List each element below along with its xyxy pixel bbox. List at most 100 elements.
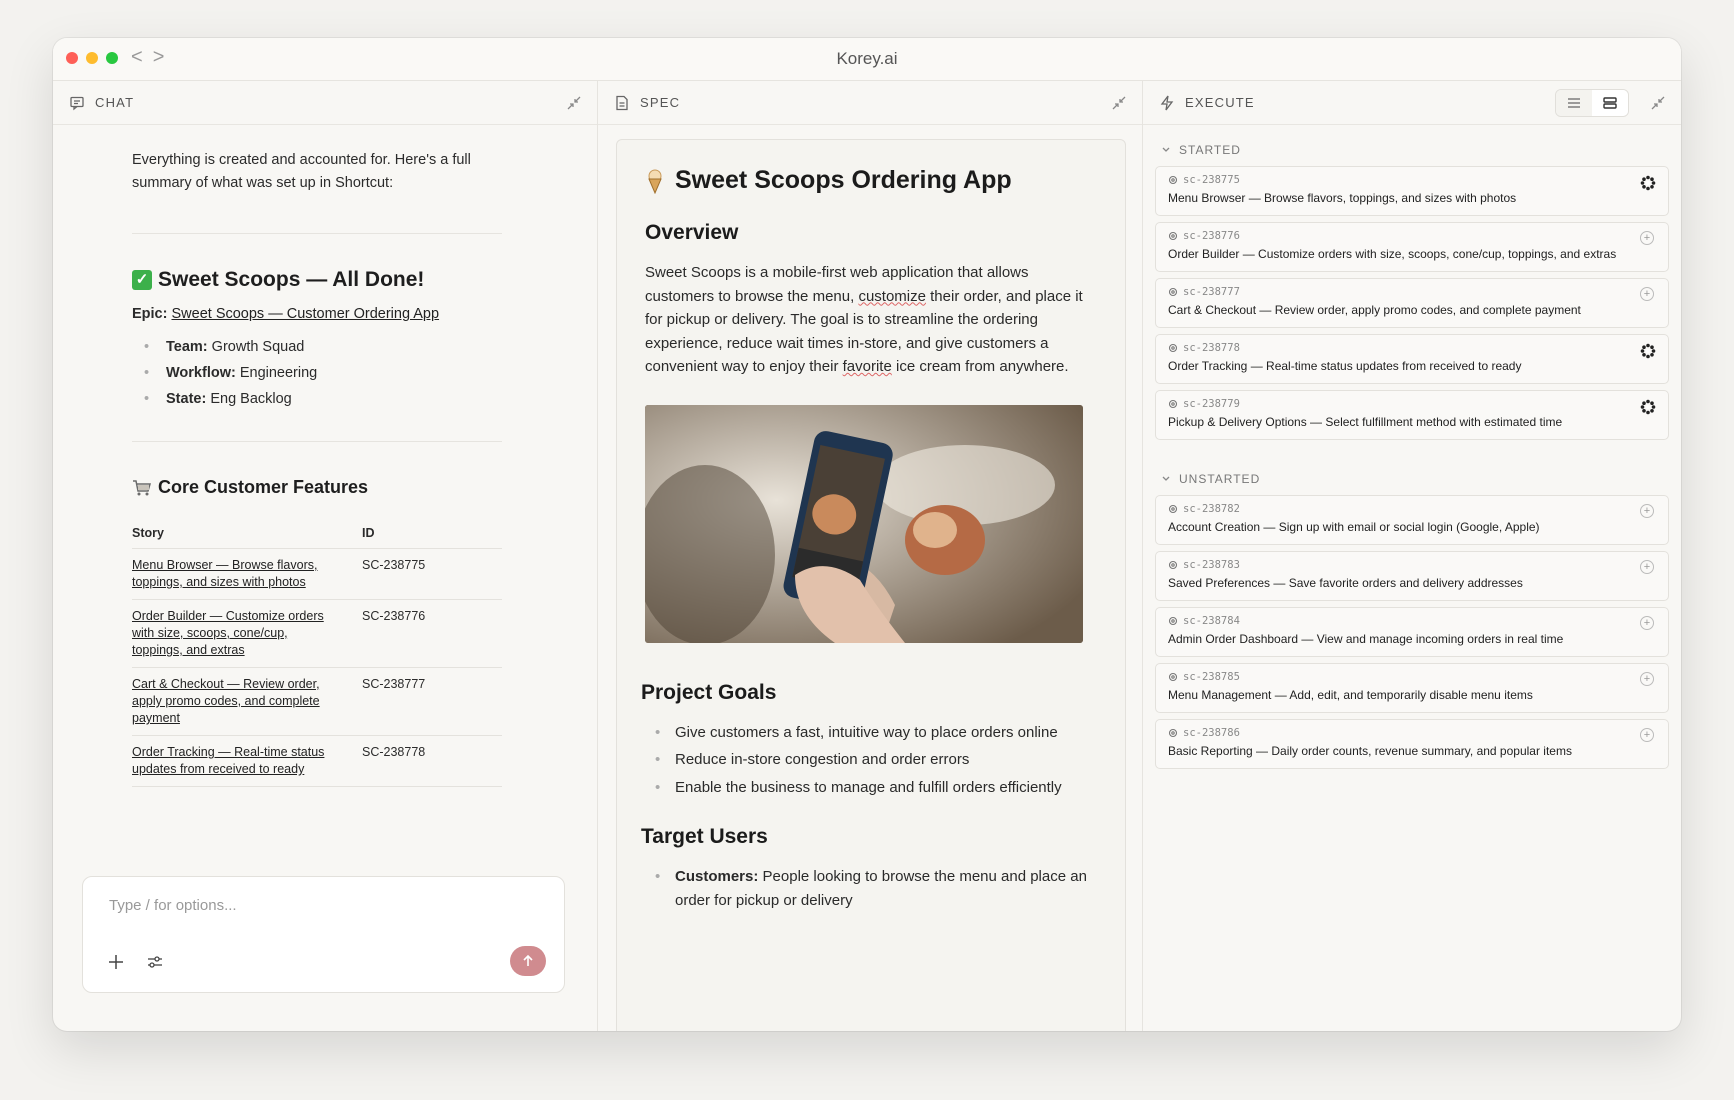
plus-circle-icon: + (1640, 672, 1654, 686)
task-card[interactable]: sc-238777 Cart & Checkout — Review order,… (1155, 278, 1669, 328)
meta-workflow-value: Engineering (239, 365, 318, 381)
add-task-button[interactable]: + (1640, 616, 1656, 632)
list-view-button[interactable] (1556, 89, 1592, 116)
task-card[interactable]: sc-238783 Saved Preferences — Save favori… (1155, 551, 1669, 601)
story-link[interactable]: Order Tracking — Real-time status update… (132, 745, 324, 776)
card-view-button[interactable] (1592, 89, 1628, 116)
arrow-up-icon (523, 954, 533, 966)
epic-link[interactable]: Sweet Scoops — Customer Ordering App (171, 306, 439, 322)
task-card[interactable]: sc-238778 Order Tracking — Real-time stat… (1155, 334, 1669, 384)
started-group-toggle[interactable]: STARTED (1161, 143, 1669, 157)
story-id: SC-238776 (332, 599, 502, 668)
spinner-icon[interactable] (1640, 175, 1656, 191)
app-title: Korey.ai (836, 49, 898, 68)
features-heading: Core Customer Features (132, 476, 502, 499)
table-header-row: Story ID (132, 525, 502, 549)
story-link[interactable]: Cart & Checkout — Review order, apply pr… (132, 677, 320, 725)
meta-team: Team: Growth Squad (132, 336, 502, 359)
execute-panel: EXECUTE STARTED sc-238775 Menu Browser — … (1143, 81, 1681, 1031)
task-title: Cart & Checkout — Review order, apply pr… (1168, 303, 1581, 317)
gear-icon (1168, 399, 1178, 409)
task-card[interactable]: sc-238786 Basic Reporting — Daily order c… (1155, 719, 1669, 769)
task-id-text: sc-238777 (1183, 286, 1240, 298)
spellcheck-word[interactable]: favorite (843, 358, 892, 375)
table-row: Menu Browser — Browse flavors, toppings,… (132, 548, 502, 600)
chat-bubble-icon (70, 96, 84, 110)
spec-document: Sweet Scoops Ordering App Overview Sweet… (616, 139, 1126, 1031)
sliders-icon[interactable] (147, 954, 163, 970)
task-title: Basic Reporting — Daily order counts, re… (1168, 744, 1572, 758)
overview-heading: Overview (645, 221, 739, 244)
table-row: Order Tracking — Real-time status update… (132, 735, 502, 787)
story-id: SC-238775 (332, 548, 502, 600)
meta-state-value: Eng Backlog (210, 391, 292, 407)
lightning-icon (1160, 95, 1174, 110)
target-users-heading: Target Users (641, 825, 768, 848)
task-card[interactable]: sc-238784 Admin Order Dashboard — View an… (1155, 607, 1669, 657)
task-id-text: sc-238778 (1183, 342, 1240, 354)
gear-icon (1168, 560, 1178, 570)
collapse-chat-icon[interactable] (567, 96, 581, 110)
task-id-text: sc-238779 (1183, 398, 1240, 410)
started-task-list: sc-238775 Menu Browser — Browse flavors, … (1155, 166, 1669, 440)
plus-circle-icon: + (1640, 616, 1654, 630)
task-title: Pickup & Delivery Options — Select fulfi… (1168, 415, 1563, 429)
chat-composer (82, 876, 565, 993)
task-title: Saved Preferences — Save favorite orders… (1168, 576, 1523, 590)
spec-title: Sweet Scoops Ordering App (645, 166, 1097, 195)
add-task-button[interactable]: + (1640, 287, 1656, 303)
collapse-spec-icon[interactable] (1112, 96, 1126, 110)
task-id-text: sc-238785 (1183, 671, 1240, 683)
collapse-execute-icon[interactable] (1651, 96, 1665, 110)
done-heading: ✓ Sweet Scoops — All Done! (132, 268, 502, 291)
spellcheck-word[interactable]: customize (858, 288, 926, 305)
unstarted-group-toggle[interactable]: UNSTARTED (1161, 472, 1669, 486)
add-task-button[interactable]: + (1640, 504, 1656, 520)
task-card[interactable]: sc-238776 Order Builder — Customize order… (1155, 222, 1669, 272)
unstarted-group-label: UNSTARTED (1179, 472, 1261, 486)
chat-input[interactable] (109, 897, 529, 914)
gear-icon (1168, 616, 1178, 626)
story-link[interactable]: Order Builder — Customize orders with si… (132, 609, 324, 657)
task-card[interactable]: sc-238775 Menu Browser — Browse flavors, … (1155, 166, 1669, 216)
chat-messages: Everything is created and accounted for.… (53, 125, 597, 787)
task-id-text: sc-238782 (1183, 503, 1240, 515)
task-id-text: sc-238775 (1183, 174, 1240, 186)
overview-text: ice cream from anywhere. (891, 358, 1069, 375)
spinner-icon[interactable] (1640, 399, 1656, 415)
add-task-button[interactable]: + (1640, 672, 1656, 688)
cards-icon (1603, 96, 1617, 109)
gear-icon (1168, 343, 1178, 353)
chat-divider (132, 233, 502, 234)
close-window-button[interactable] (66, 52, 78, 64)
add-task-button[interactable]: + (1640, 728, 1656, 744)
forward-arrow-icon[interactable]: > (153, 46, 165, 69)
task-card[interactable]: sc-238779 Pickup & Delivery Options — Sel… (1155, 390, 1669, 440)
gear-icon (1168, 504, 1178, 514)
phone-photo-image (645, 404, 1083, 643)
chat-divider (132, 441, 502, 442)
gear-icon (1168, 287, 1178, 297)
spinner-icon[interactable] (1640, 343, 1656, 359)
story-link[interactable]: Menu Browser — Browse flavors, toppings,… (132, 558, 317, 589)
minimize-window-button[interactable] (86, 52, 98, 64)
story-table: Story ID Menu Browser — Browse flavors, … (132, 525, 502, 787)
send-button[interactable] (510, 946, 546, 976)
user-item: Customers: People looking to browse the … (645, 865, 1097, 912)
chat-panel: CHAT Everything is created and accounted… (53, 81, 598, 1031)
task-id: sc-238776 (1168, 230, 1656, 242)
meta-workflow-label: Workflow: (166, 365, 236, 381)
task-card[interactable]: sc-238782 Account Creation — Sign up with… (1155, 495, 1669, 545)
task-card[interactable]: sc-238785 Menu Management — Add, edit, an… (1155, 663, 1669, 713)
story-id: SC-238777 (332, 667, 502, 736)
maximize-window-button[interactable] (106, 52, 118, 64)
add-task-button[interactable]: + (1640, 560, 1656, 576)
epic-meta-list: Team: Growth Squad Workflow: Engineering… (132, 336, 502, 411)
chevron-down-icon (1162, 476, 1170, 481)
plus-icon[interactable] (107, 953, 125, 971)
gear-icon (1168, 231, 1178, 241)
back-arrow-icon[interactable]: < (131, 46, 143, 69)
target-users-list: Customers: People looking to browse the … (645, 865, 1097, 912)
task-board: STARTED sc-238775 Menu Browser — Browse f… (1143, 125, 1681, 769)
add-task-button[interactable]: + (1640, 231, 1656, 247)
